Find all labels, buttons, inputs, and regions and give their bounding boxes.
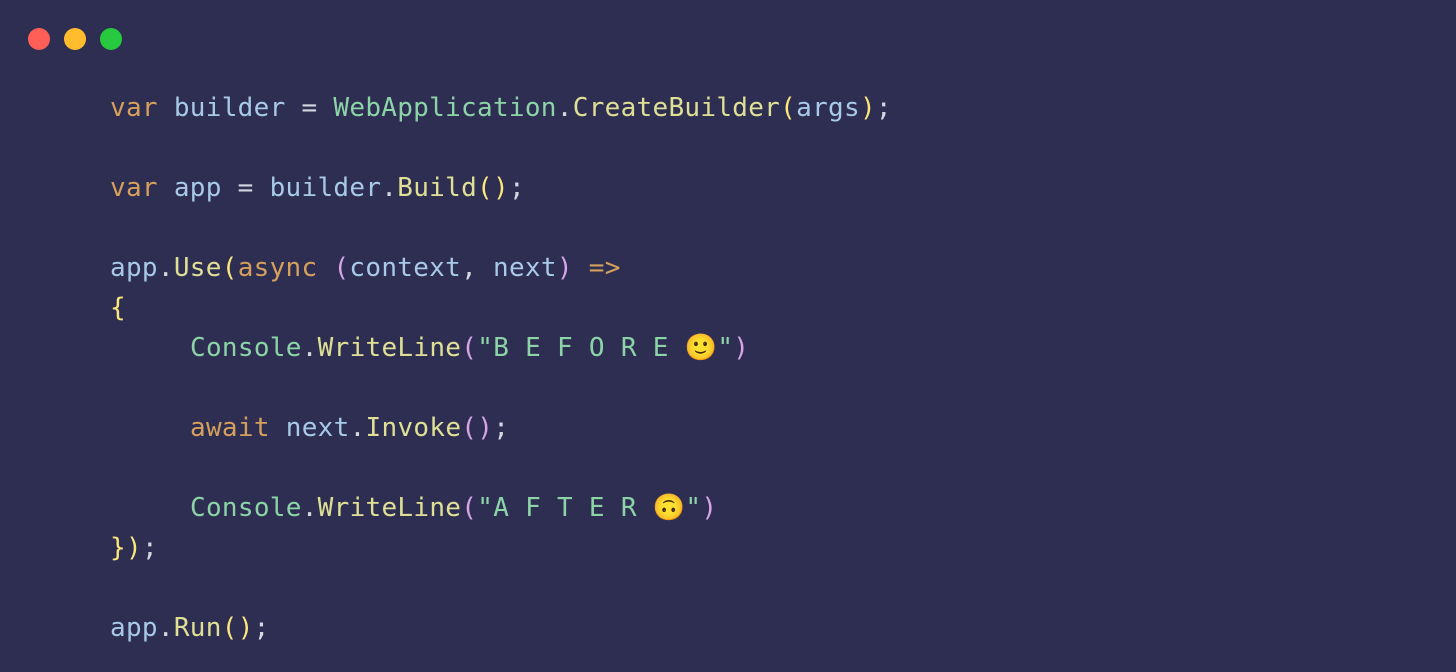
empty-line — [110, 568, 1428, 608]
code-line: Console.WriteLine("A F T E R 🙃") — [110, 488, 1428, 528]
lparen: ( — [461, 413, 477, 443]
editor-window: var builder = WebApplication.CreateBuild… — [0, 0, 1456, 672]
space — [270, 413, 286, 443]
keyword-var: var — [110, 93, 158, 123]
lparen: ( — [461, 493, 477, 523]
identifier-args: args — [796, 93, 860, 123]
lparen: ( — [477, 173, 493, 203]
empty-line — [110, 208, 1428, 248]
identifier-app: app — [174, 173, 222, 203]
lparen: ( — [461, 333, 477, 363]
param-next: next — [493, 253, 557, 283]
type-webapplication: WebApplication — [333, 93, 556, 123]
keyword-async: async — [238, 253, 318, 283]
space — [317, 253, 333, 283]
identifier-app: app — [110, 613, 158, 643]
method-writeline: WriteLine — [318, 493, 462, 523]
close-window-button[interactable] — [28, 28, 50, 50]
comma: , — [461, 253, 493, 283]
lparen: ( — [780, 93, 796, 123]
code-line: }); — [110, 528, 1428, 568]
dot: . — [158, 613, 174, 643]
semicolon: ; — [876, 93, 892, 123]
semicolon: ; — [254, 613, 270, 643]
rparen: ) — [238, 613, 254, 643]
string-quote: " — [717, 333, 733, 363]
method-createbuilder: CreateBuilder — [573, 93, 780, 123]
dot: . — [381, 173, 397, 203]
rparen: ) — [701, 493, 717, 523]
string-after: A F T E R 🙃 — [493, 493, 685, 523]
rbrace: } — [110, 533, 126, 563]
dot: . — [302, 333, 318, 363]
type-console: Console — [190, 493, 302, 523]
identifier-builder: builder — [270, 173, 382, 203]
rparen: ) — [126, 533, 142, 563]
identifier-builder: builder — [174, 93, 286, 123]
semicolon: ; — [142, 533, 158, 563]
lparen: ( — [222, 253, 238, 283]
dot: . — [557, 93, 573, 123]
keyword-await: await — [190, 413, 270, 443]
lparen: ( — [222, 613, 238, 643]
space — [158, 173, 174, 203]
param-context: context — [349, 253, 461, 283]
code-line: app.Run(); — [110, 608, 1428, 648]
semicolon: ; — [509, 173, 525, 203]
code-line: var builder = WebApplication.CreateBuild… — [110, 88, 1428, 128]
type-console: Console — [190, 333, 302, 363]
lparen: ( — [333, 253, 349, 283]
method-run: Run — [174, 613, 222, 643]
method-build: Build — [397, 173, 477, 203]
lbrace: { — [110, 293, 126, 323]
operator-assign: = — [286, 93, 334, 123]
code-line: { — [110, 288, 1428, 328]
dot: . — [302, 493, 318, 523]
arrow-operator: => — [589, 253, 621, 283]
code-line: Console.WriteLine("B E F O R E 🙂") — [110, 328, 1428, 368]
rparen: ) — [733, 333, 749, 363]
string-before: B E F O R E 🙂 — [493, 333, 717, 363]
empty-line — [110, 368, 1428, 408]
space — [573, 253, 589, 283]
rparen: ) — [860, 93, 876, 123]
string-quote: " — [477, 333, 493, 363]
string-quote: " — [685, 493, 701, 523]
method-use: Use — [174, 253, 222, 283]
dot: . — [158, 253, 174, 283]
rparen: ) — [557, 253, 573, 283]
keyword-var: var — [110, 173, 158, 203]
empty-line — [110, 448, 1428, 488]
semicolon: ; — [493, 413, 509, 443]
dot: . — [350, 413, 366, 443]
identifier-next: next — [286, 413, 350, 443]
empty-line — [110, 128, 1428, 168]
method-invoke: Invoke — [366, 413, 462, 443]
rparen: ) — [477, 413, 493, 443]
space — [158, 93, 174, 123]
code-line: await next.Invoke(); — [110, 408, 1428, 448]
code-line: var app = builder.Build(); — [110, 168, 1428, 208]
method-writeline: WriteLine — [318, 333, 462, 363]
string-quote: " — [477, 493, 493, 523]
identifier-app: app — [110, 253, 158, 283]
rparen: ) — [493, 173, 509, 203]
window-traffic-lights — [28, 28, 1428, 50]
code-line: app.Use(async (context, next) => — [110, 248, 1428, 288]
code-editor[interactable]: var builder = WebApplication.CreateBuild… — [28, 88, 1428, 648]
maximize-window-button[interactable] — [100, 28, 122, 50]
operator-assign: = — [222, 173, 270, 203]
minimize-window-button[interactable] — [64, 28, 86, 50]
